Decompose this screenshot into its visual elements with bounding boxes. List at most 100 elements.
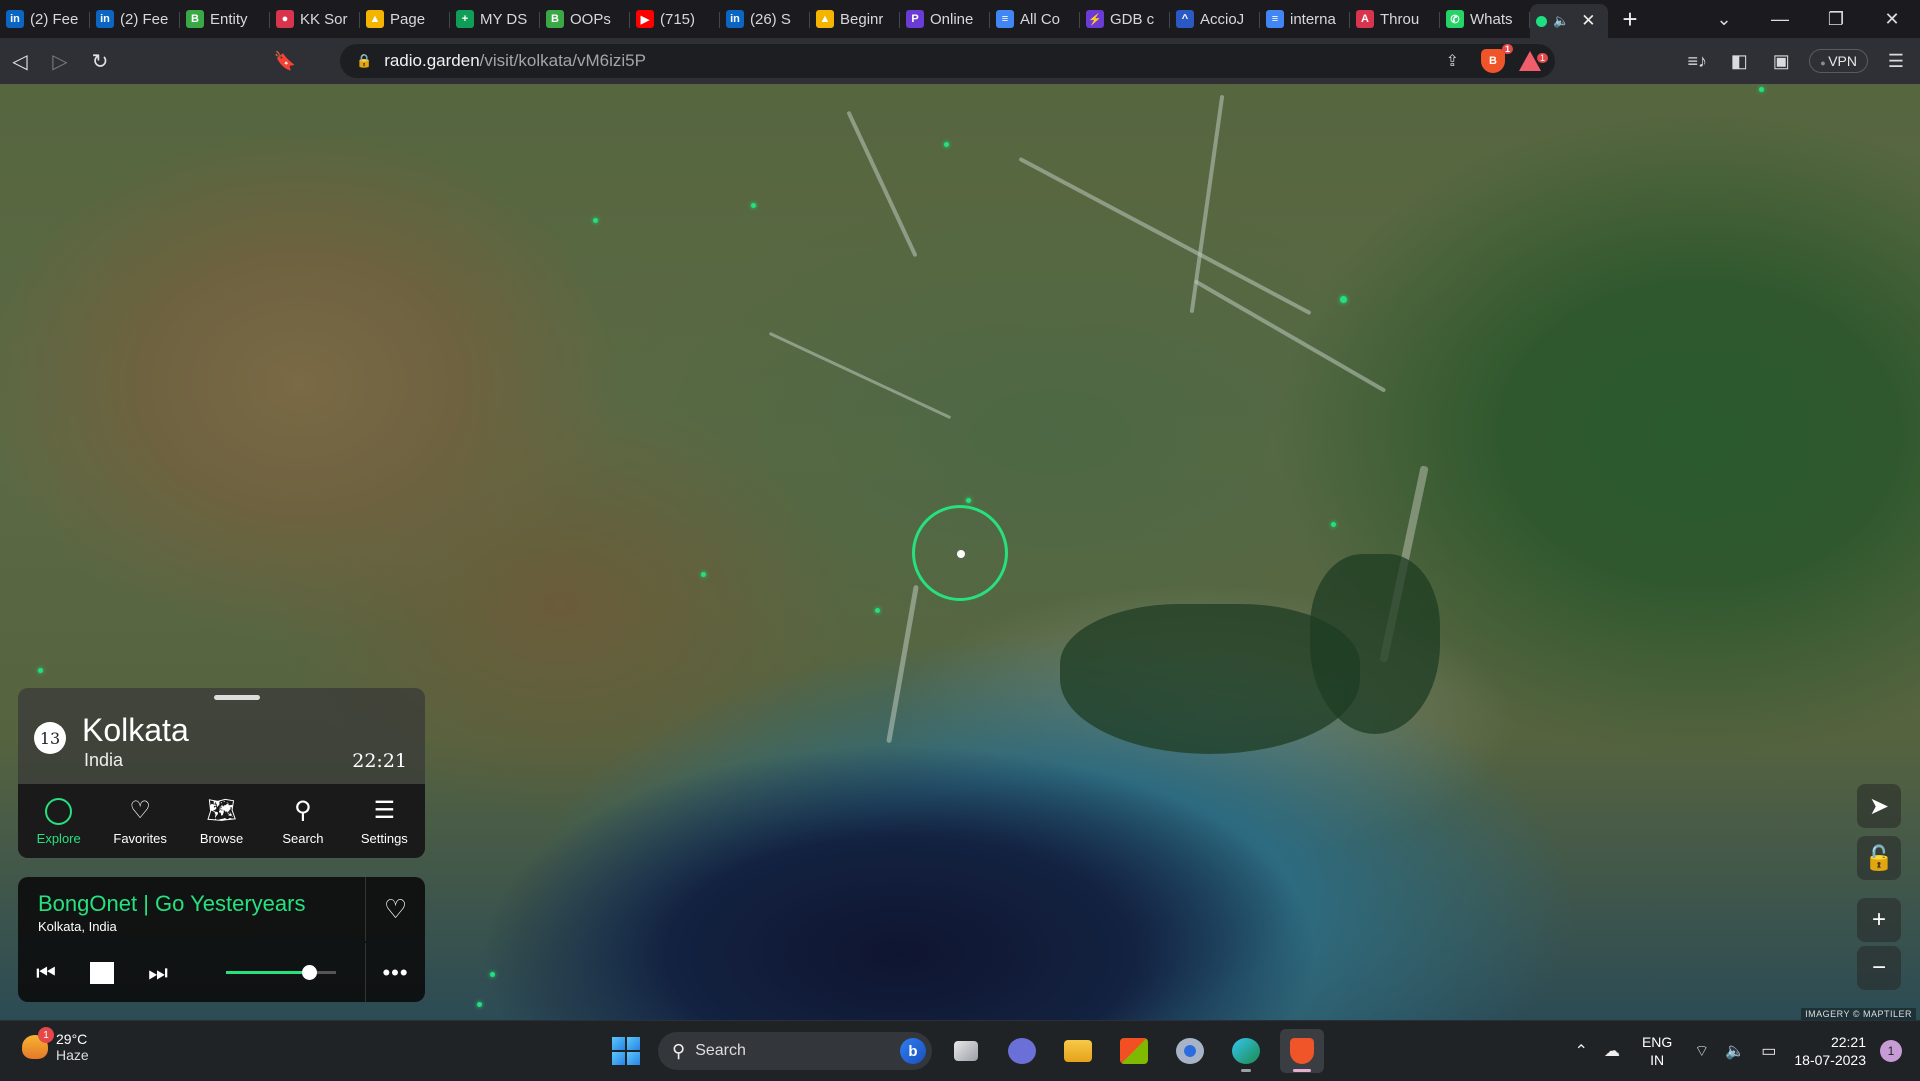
zoom-in-button[interactable]: +	[1857, 898, 1901, 942]
playlist-icon[interactable]: ≡♪	[1683, 51, 1711, 72]
tab-title: OOPs	[570, 10, 611, 28]
back-button[interactable]: ◁	[0, 49, 40, 74]
bookmark-icon[interactable]: 🔖	[270, 51, 300, 72]
sidebar-toggle-icon[interactable]: ◧	[1725, 51, 1753, 72]
locate-me-icon[interactable]: ➤	[1857, 784, 1901, 828]
clock-time: 22:21	[1830, 1034, 1866, 1050]
brave-rewards-icon[interactable]: 1	[1519, 51, 1548, 71]
station-dot[interactable]	[751, 203, 756, 208]
station-dot[interactable]	[1331, 522, 1336, 527]
settings-gear-icon[interactable]	[1168, 1029, 1212, 1073]
tab-list: in (2) Fee in (2) Fee B Entity ● KK Sor ▲ Page + MY…	[0, 0, 1530, 38]
station-dot[interactable]	[477, 1002, 482, 1007]
browser-tab[interactable]: ^ AccioJ	[1170, 4, 1260, 34]
browser-tab[interactable]: B OOPs	[540, 4, 630, 34]
browser-tab[interactable]: ▲ Page	[360, 4, 450, 34]
edge-icon[interactable]	[1224, 1029, 1268, 1073]
delta-forest	[1310, 554, 1440, 734]
nav-explore[interactable]: Explore	[18, 784, 99, 858]
address-bar[interactable]: 🔒 radio.garden/visit/kolkata/vM6izi5P ⇪ …	[340, 44, 1555, 78]
nav-search[interactable]: ⚲ Search	[262, 784, 343, 858]
station-dot[interactable]	[593, 218, 598, 223]
teams-chat-icon[interactable]	[1000, 1029, 1044, 1073]
station-dot[interactable]	[38, 668, 43, 673]
minimize-button[interactable]: —	[1752, 9, 1808, 30]
browser-tab[interactable]: ≡ All Co	[990, 4, 1080, 34]
unlock-icon[interactable]: 🔓	[1857, 836, 1901, 880]
station-name[interactable]: BongOnet | Go Yesteryears	[38, 891, 305, 917]
lock-icon[interactable]: 🔒	[356, 53, 372, 69]
stop-icon[interactable]	[90, 961, 114, 984]
microsoft-store-icon[interactable]	[1112, 1029, 1156, 1073]
vpn-button[interactable]: VPN	[1809, 49, 1868, 73]
audio-playing-icon[interactable]: 🔈	[1553, 13, 1569, 29]
linkedin-icon: in	[96, 10, 114, 28]
next-station-icon[interactable]: ⏭	[130, 960, 186, 986]
browser-tab[interactable]: ▲ Beginr	[810, 4, 900, 34]
tab-radio-garden-active[interactable]: 🔈 ✕	[1530, 4, 1608, 38]
place-panel: 13 Kolkata India 22:21 Explore ♡ Favorit…	[18, 688, 425, 858]
browser-tab[interactable]: ● KK Sor	[270, 4, 360, 34]
browser-tab[interactable]: A Throu	[1350, 4, 1440, 34]
windows-start-icon[interactable]	[606, 1031, 646, 1071]
station-dot[interactable]	[1759, 87, 1764, 92]
favorite-heart-icon[interactable]: ♡	[365, 877, 425, 941]
language-indicator[interactable]: ENG IN	[1642, 1033, 1672, 1069]
nav-favorites[interactable]: ♡ Favorites	[99, 784, 180, 858]
selected-station-dot[interactable]	[957, 550, 965, 558]
volume-icon[interactable]: 🔈	[1725, 1041, 1745, 1061]
nav-settings[interactable]: ☰ Settings	[344, 784, 425, 858]
browser-tab[interactable]: ✆ Whats	[1440, 4, 1530, 34]
station-dot[interactable]	[944, 142, 949, 147]
restore-button[interactable]: ❐	[1808, 9, 1864, 30]
zoom-out-button[interactable]: −	[1857, 946, 1901, 990]
notification-count-badge[interactable]: 1	[1880, 1040, 1902, 1062]
station-dot[interactable]	[490, 972, 495, 977]
station-dot[interactable]	[1340, 296, 1347, 303]
wifi-icon[interactable]: ⌔	[1694, 1041, 1709, 1061]
browser-tab[interactable]: ⚡ GDB c	[1080, 4, 1170, 34]
station-dot[interactable]	[875, 608, 880, 613]
taskbar-search-box[interactable]: ⚲ Search b	[658, 1032, 932, 1070]
new-tab-button[interactable]: +	[1610, 4, 1650, 35]
battery-icon[interactable]: ▭	[1761, 1041, 1776, 1061]
tab-title: Whats	[1470, 10, 1513, 28]
volume-slider[interactable]	[226, 965, 336, 980]
browser-tab[interactable]: B Entity	[180, 4, 270, 34]
reload-button[interactable]: ↻	[80, 49, 120, 74]
tab-search-chevron-icon[interactable]: ⌄	[1696, 9, 1752, 30]
browser-tab[interactable]: in (2) Fee	[90, 4, 180, 34]
wallet-icon[interactable]: ▣	[1767, 51, 1795, 72]
system-clock[interactable]: 22:21 18-07-2023	[1794, 1033, 1866, 1069]
onedrive-cloud-icon[interactable]: ☁	[1604, 1041, 1620, 1061]
browser-tab[interactable]: P Online	[900, 4, 990, 34]
forward-button[interactable]: ▷	[40, 49, 80, 74]
b-green-icon: B	[186, 10, 204, 28]
close-window-button[interactable]: ✕	[1864, 9, 1920, 30]
bing-icon[interactable]: b	[900, 1038, 926, 1064]
browser-tab[interactable]: ▶ (715)	[630, 4, 720, 34]
file-explorer-icon[interactable]	[1056, 1029, 1100, 1073]
station-dot[interactable]	[966, 498, 971, 503]
previous-station-icon[interactable]: ⏮	[18, 960, 74, 986]
nav-browse[interactable]: 🗺 Browse	[181, 784, 262, 858]
brave-shield-icon[interactable]: B1	[1481, 44, 1513, 73]
browser-tab[interactable]: in (26) S	[720, 4, 810, 34]
clock-date: 18-07-2023	[1794, 1052, 1866, 1068]
panel-drag-handle[interactable]	[214, 695, 260, 700]
volume-knob[interactable]	[301, 965, 317, 980]
task-view-icon[interactable]	[944, 1029, 988, 1073]
browser-tab[interactable]: in (2) Fee	[0, 4, 90, 34]
browser-tab[interactable]: ≡ interna	[1260, 4, 1350, 34]
show-hidden-icons-chevron-icon[interactable]: ⌃	[1575, 1041, 1588, 1061]
weather-widget[interactable]: 1 29°C Haze	[22, 1027, 89, 1063]
browser-menu-icon[interactable]: ☰	[1882, 51, 1910, 72]
more-options-icon[interactable]: •••	[365, 943, 425, 1002]
brave-browser-icon[interactable]	[1280, 1029, 1324, 1073]
p-purple-icon: P	[906, 10, 924, 28]
tab-title: Entity	[210, 10, 248, 28]
close-tab-icon[interactable]: ✕	[1581, 11, 1595, 31]
browser-tab[interactable]: + MY DS	[450, 4, 540, 34]
station-dot[interactable]	[701, 572, 706, 577]
share-icon[interactable]: ⇪	[1446, 51, 1459, 71]
